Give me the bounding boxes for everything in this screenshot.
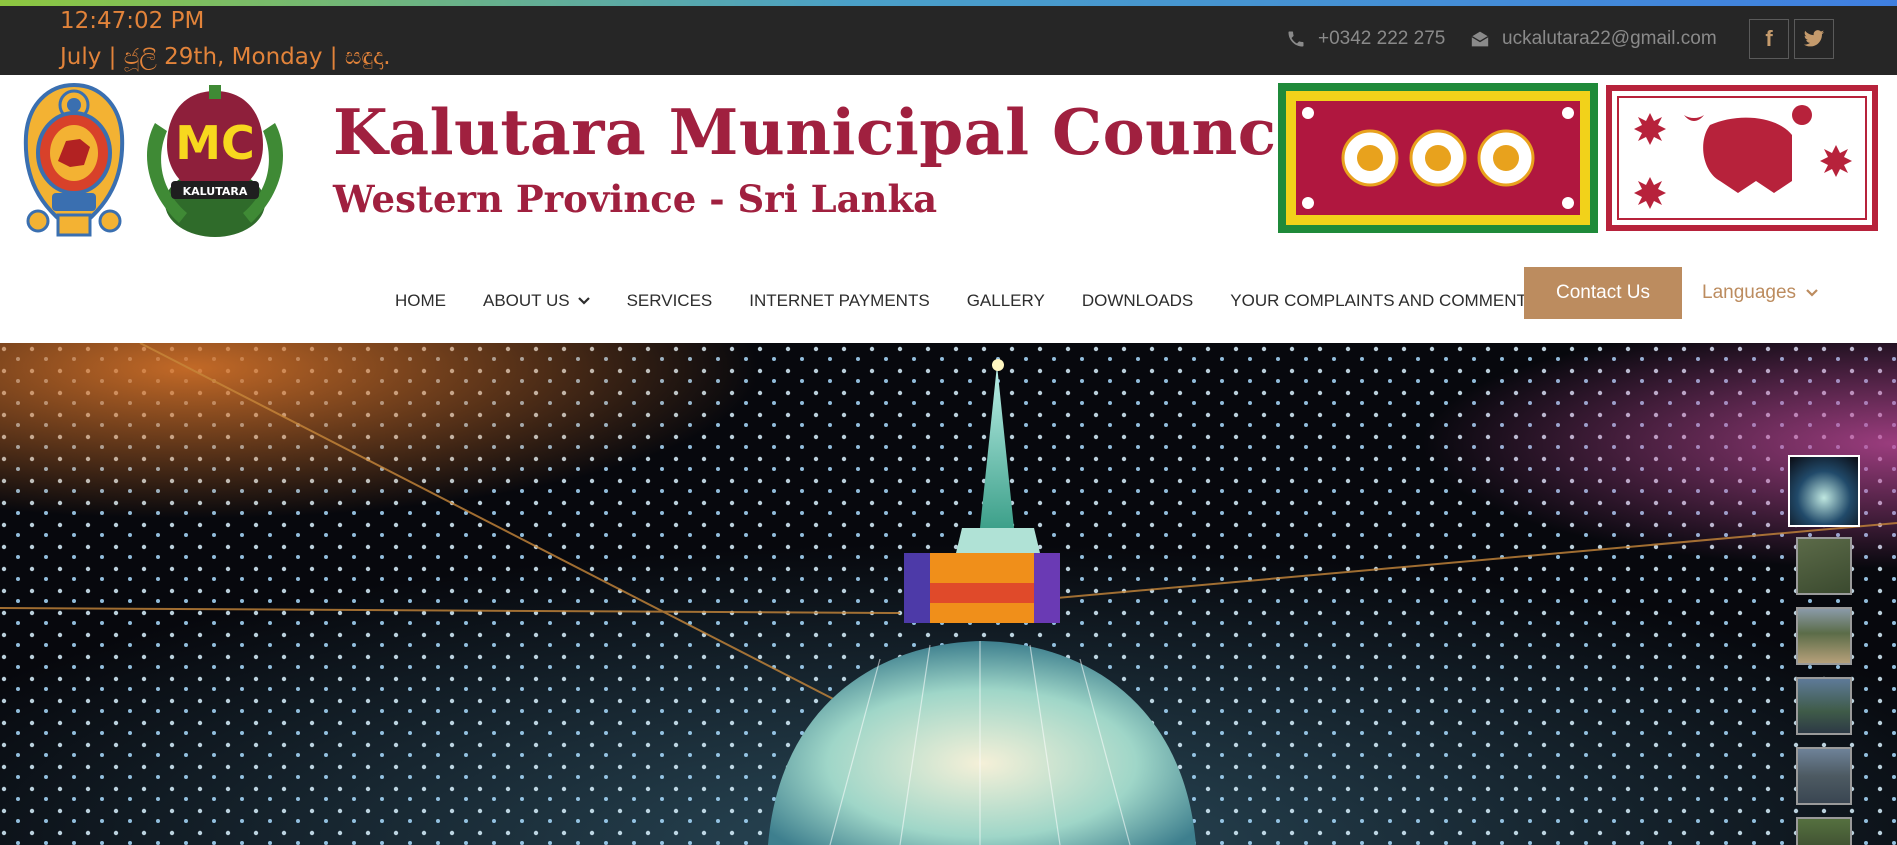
thumbnail-beach[interactable]: [1796, 607, 1852, 665]
thumbnail-park[interactable]: [1796, 817, 1852, 845]
nav-downloads-label: DOWNLOADS: [1081, 291, 1194, 310]
facebook-link[interactable]: f: [1749, 19, 1789, 59]
logo-text: MC: [175, 116, 255, 170]
twitter-link[interactable]: [1794, 19, 1834, 59]
nav-about-us[interactable]: ABOUT US: [483, 281, 590, 321]
nav-services[interactable]: SERVICES: [627, 281, 713, 321]
lion-flag: [1606, 85, 1878, 231]
site-header: MC KALUTARA Kalutara Municipal Council W…: [0, 75, 1897, 343]
nav-gallery[interactable]: GALLERY: [967, 281, 1045, 321]
nav-downloads[interactable]: DOWNLOADS: [1082, 281, 1193, 321]
nav-internet-payments[interactable]: INTERNET PAYMENTS: [749, 281, 929, 321]
site-subtitle: Western Province - Sri Lanka: [333, 177, 938, 221]
top-bar: 12:47:02 PM July | ජූලි 29th, Monday | ස…: [0, 6, 1897, 75]
chevron-down-icon: [1806, 289, 1818, 297]
date-display: July | ජූලි 29th, Monday | සඳුදා.: [60, 44, 391, 70]
facebook-icon: f: [1765, 26, 1773, 51]
municipal-council-logo[interactable]: MC KALUTARA: [133, 83, 297, 243]
chevron-down-icon: [577, 297, 590, 305]
nav-services-label: SERVICES: [626, 291, 713, 310]
nav-home-label: HOME: [395, 291, 446, 310]
clock: 12:47:02 PM: [60, 8, 205, 34]
envelope-icon: [1471, 31, 1489, 47]
hero-slider[interactable]: [0, 343, 1897, 845]
thumbnail-river-bridge[interactable]: [1796, 677, 1852, 735]
main-nav: HOME ABOUT US SERVICES INTERNET PAYMENTS…: [395, 281, 1575, 321]
phone-contact[interactable]: +0342 222 275: [1286, 28, 1445, 50]
languages-label: Languages: [1702, 282, 1797, 303]
nav-about-us-label: ABOUT US: [483, 291, 570, 310]
hero-image: [0, 343, 1897, 845]
contact-us-button[interactable]: Contact Us: [1524, 267, 1682, 319]
phone-icon: [1288, 31, 1304, 47]
phone-number: +0342 222 275: [1318, 28, 1446, 49]
sri-lanka-emblem-logo[interactable]: [18, 81, 130, 241]
site-title: Kalutara Municipal Council: [333, 95, 1326, 169]
languages-dropdown[interactable]: Languages: [1702, 280, 1818, 306]
twitter-icon: [1803, 30, 1825, 47]
nav-complaints[interactable]: YOUR COMPLAINTS AND COMMENTS: [1230, 281, 1538, 321]
western-province-flag: [1278, 83, 1598, 233]
email-address: uckalutara22@gmail.com: [1502, 28, 1717, 49]
email-contact[interactable]: uckalutara22@gmail.com: [1470, 28, 1717, 50]
logo-caption: KALUTARA: [183, 185, 248, 198]
thumbnail-bridge[interactable]: [1796, 747, 1852, 805]
nav-complaints-label: YOUR COMPLAINTS AND COMMENTS: [1230, 291, 1539, 310]
nav-home[interactable]: HOME: [395, 281, 446, 321]
thumbnail-stupa-lights[interactable]: [1788, 455, 1860, 527]
nav-internet-payments-label: INTERNET PAYMENTS: [749, 291, 930, 310]
thumbnail-aerial-view[interactable]: [1796, 537, 1852, 595]
nav-gallery-label: GALLERY: [966, 291, 1045, 310]
